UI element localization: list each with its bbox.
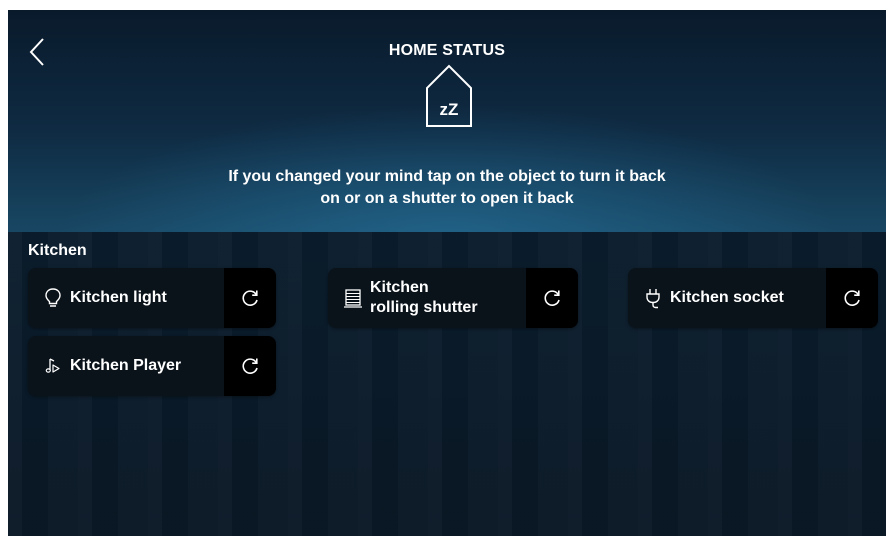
device-toggle-kitchen-socket[interactable]: Kitchen socket <box>628 268 826 328</box>
restore-button-kitchen-socket[interactable] <box>826 268 878 328</box>
plug-icon <box>646 289 660 309</box>
restore-button-kitchen-light[interactable] <box>224 268 276 328</box>
device-label: Kitchen socket <box>670 289 784 306</box>
lightbulb-icon <box>45 288 61 307</box>
device-item-kitchen-socket: Kitchen socket <box>628 268 878 328</box>
house-sleep-text: zZ <box>440 100 459 119</box>
refresh-icon <box>242 290 258 306</box>
refresh-icon <box>242 358 258 374</box>
restore-button-kitchen-player[interactable] <box>224 336 276 396</box>
page-title: HOME STATUS <box>388 42 506 59</box>
house-sleep-icon: zZ <box>426 64 472 127</box>
music-note-icon <box>45 358 60 373</box>
device-item-kitchen-light: Kitchen light <box>28 268 276 328</box>
status-message: If you changed your mind tap on the obje… <box>128 166 766 210</box>
restore-button-kitchen-rolling-shutter[interactable] <box>526 268 578 328</box>
refresh-icon <box>844 290 860 306</box>
device-label: Kitchen rolling shutter <box>370 279 478 316</box>
device-toggle-kitchen-rolling-shutter[interactable]: Kitchen rolling shutter <box>328 268 526 328</box>
shutter-icon <box>344 289 362 308</box>
status-message-line-1: If you changed your mind tap on the obje… <box>228 168 666 185</box>
status-message-line-2: on or on a shutter to open it back <box>320 190 574 207</box>
device-toggle-kitchen-player[interactable]: Kitchen Player <box>28 336 224 396</box>
refresh-icon <box>544 290 560 306</box>
device-label: Kitchen Player <box>70 357 182 374</box>
device-item-kitchen-player: Kitchen Player <box>28 336 276 396</box>
device-item-kitchen-rolling-shutter: Kitchen rolling shutter <box>328 268 578 328</box>
device-toggle-kitchen-light[interactable]: Kitchen light <box>28 268 224 328</box>
room-title: Kitchen <box>28 242 87 259</box>
home-status-screen: HOME STATUS zZ If you changed your mind … <box>8 10 886 536</box>
header: HOME STATUS zZ If you changed your mind … <box>8 10 886 232</box>
device-label: Kitchen light <box>70 289 167 306</box>
